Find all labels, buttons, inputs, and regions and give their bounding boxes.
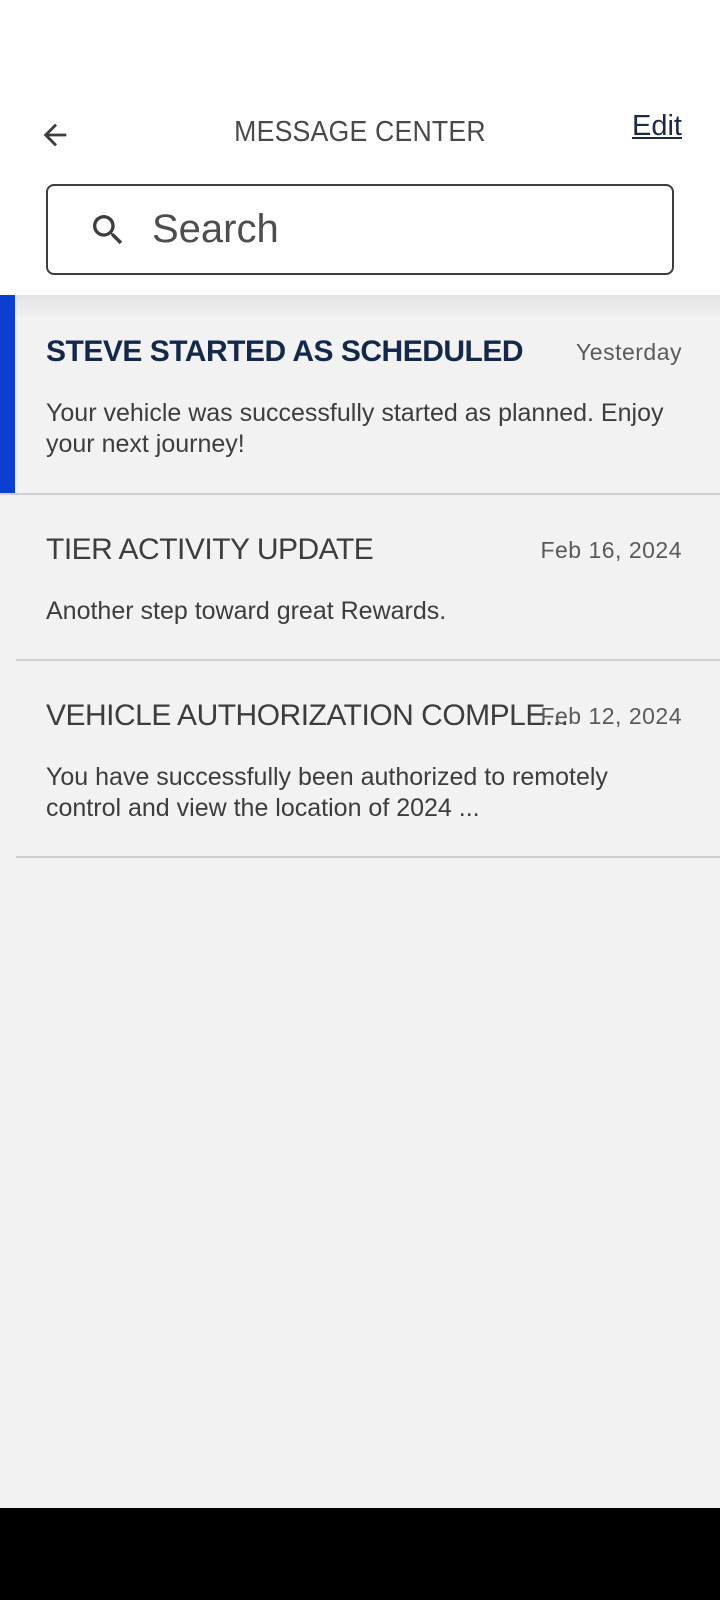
message-item[interactable]: TIER ACTIVITY UPDATE Feb 16, 2024 Anothe… <box>16 495 720 661</box>
message-body: You have successfully been authorized to… <box>46 763 608 822</box>
navigation-bar <box>0 1508 720 1600</box>
message-item[interactable]: VEHICLE AUTHORIZATION COMPLE... Feb 12, … <box>16 661 720 858</box>
page-title: MESSAGE CENTER <box>234 116 486 148</box>
message-body: Another step toward great Rewards. <box>46 597 447 625</box>
message-item[interactable]: STEVE STARTED AS SCHEDULED Yesterday You… <box>0 295 720 495</box>
message-body: Your vehicle was successfully started as… <box>46 399 664 458</box>
message-date: Yesterday <box>576 339 682 365</box>
status-bar <box>0 0 720 90</box>
message-title: VEHICLE AUTHORIZATION COMPLE... <box>46 699 569 732</box>
message-title: TIER ACTIVITY UPDATE <box>46 533 374 566</box>
message-date: Feb 16, 2024 <box>540 537 682 563</box>
edit-button[interactable]: Edit <box>632 110 682 143</box>
unread-indicator <box>0 295 15 493</box>
search-icon <box>88 210 128 250</box>
header: MESSAGE CENTER Edit <box>0 90 720 295</box>
search-input[interactable] <box>152 207 632 252</box>
message-title: STEVE STARTED AS SCHEDULED <box>46 335 524 368</box>
search-field[interactable] <box>46 184 674 275</box>
message-date: Feb 12, 2024 <box>540 703 682 729</box>
